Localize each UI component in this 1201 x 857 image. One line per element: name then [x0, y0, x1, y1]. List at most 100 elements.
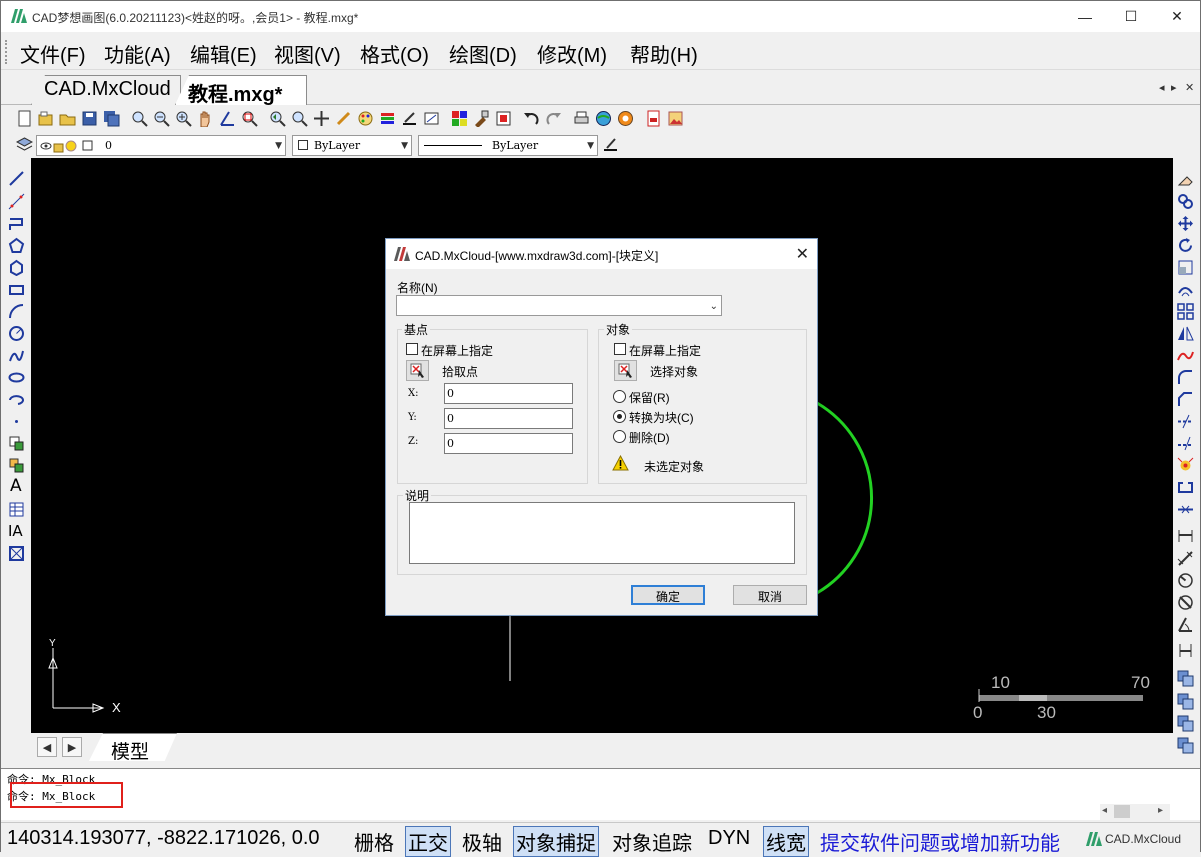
dim-diameter-icon[interactable]	[1177, 594, 1194, 611]
move-icon[interactable]	[1177, 215, 1194, 232]
basepoint-y-input[interactable]: 0	[444, 408, 573, 429]
extend-icon[interactable]	[1177, 435, 1194, 452]
make-block-icon[interactable]	[8, 457, 25, 474]
dim-aligned-icon[interactable]	[1177, 550, 1194, 567]
menu-edit[interactable]: 编辑(E)	[190, 39, 257, 68]
multiline-text-icon[interactable]: IA	[8, 522, 25, 540]
text-tool-icon[interactable]: A	[10, 476, 27, 496]
lineweight-icon[interactable]	[401, 110, 418, 127]
ellipse-arc-tool-icon[interactable]	[8, 391, 25, 408]
point-tool-icon[interactable]	[8, 413, 25, 430]
tab-scroll-right-icon[interactable]: ▸	[1171, 81, 1177, 94]
trim-icon[interactable]	[1177, 413, 1194, 430]
export-pdf-icon[interactable]	[645, 110, 662, 127]
lineweight-toggle[interactable]: 线宽	[763, 826, 809, 857]
spline-tool-icon[interactable]	[8, 347, 25, 364]
lineweight-setting-icon[interactable]	[602, 136, 619, 153]
linetype-dropdown[interactable]: ByLayer ▼	[418, 135, 598, 156]
menu-help[interactable]: 帮助(H)	[630, 39, 698, 68]
open-folder-icon[interactable]	[59, 110, 76, 127]
dyn-toggle[interactable]: DYN	[708, 827, 750, 850]
layout-next-button[interactable]: ▶	[62, 737, 82, 757]
menu-format[interactable]: 格式(O)	[360, 39, 429, 68]
copy-object-icon[interactable]	[1177, 193, 1194, 210]
layer-manager-icon[interactable]	[16, 136, 33, 153]
rotate-icon[interactable]	[1177, 237, 1194, 254]
layer-down-icon[interactable]	[1177, 715, 1194, 732]
pan-hand-icon[interactable]	[197, 110, 214, 127]
osnap-toggle[interactable]: 对象捕捉	[513, 826, 599, 857]
layer-front-icon[interactable]	[1177, 737, 1194, 754]
convert-to-block-radio[interactable]	[613, 410, 626, 423]
measure-angle-icon[interactable]	[219, 110, 236, 127]
match-properties-icon[interactable]	[473, 110, 490, 127]
redo-icon[interactable]	[545, 110, 562, 127]
basepoint-onscreen-checkbox[interactable]	[406, 343, 418, 355]
menu-function[interactable]: 功能(A)	[104, 39, 171, 68]
pentagon-tool-icon[interactable]	[8, 259, 25, 276]
zoom-window-icon[interactable]	[241, 110, 258, 127]
erase-icon[interactable]	[1177, 170, 1194, 187]
zoom-in-icon[interactable]	[175, 110, 192, 127]
command-scrollbar[interactable]: ◂ ▸	[1100, 804, 1170, 820]
chamfer-icon[interactable]	[1177, 391, 1194, 408]
mirror-icon[interactable]	[1177, 325, 1194, 342]
zoom-extents-icon[interactable]	[291, 110, 308, 127]
circle-tool-icon[interactable]	[8, 325, 25, 342]
polygon-tool-icon[interactable]	[8, 237, 25, 254]
description-textarea[interactable]	[409, 502, 795, 564]
print-icon[interactable]	[573, 110, 590, 127]
objects-onscreen-checkbox[interactable]	[614, 343, 626, 355]
menu-view[interactable]: 视图(V)	[274, 39, 341, 68]
block-name-dropdown[interactable]: ⌄	[396, 295, 722, 316]
move-cross-icon[interactable]	[313, 110, 330, 127]
maximize-button[interactable]: ☐	[1108, 1, 1154, 32]
scroll-thumb[interactable]	[1114, 805, 1130, 818]
rectangle-tool-icon[interactable]	[8, 281, 25, 298]
color-grid-icon[interactable]	[451, 110, 468, 127]
zoom-realtime-icon[interactable]	[131, 110, 148, 127]
new-file-icon[interactable]	[16, 110, 33, 127]
tab-scroll-left-icon[interactable]: ◂	[1159, 81, 1165, 94]
ortho-toggle[interactable]: 正交	[405, 826, 451, 857]
open-file-icon[interactable]	[37, 110, 54, 127]
ellipse-tool-icon[interactable]	[8, 369, 25, 386]
select-objects-button[interactable]	[614, 360, 637, 381]
dim-angular-icon[interactable]	[1177, 616, 1194, 633]
color-dropdown[interactable]: ByLayer ▼	[292, 135, 412, 156]
pencil-icon[interactable]	[335, 110, 352, 127]
dim-linear-icon[interactable]	[1177, 527, 1194, 544]
hatch-tool-icon[interactable]	[8, 545, 25, 562]
copy-layer-icon[interactable]	[1177, 670, 1194, 687]
explode-icon[interactable]	[1177, 457, 1194, 474]
zoom-out-icon[interactable]	[153, 110, 170, 127]
arc-tool-icon[interactable]	[8, 303, 25, 320]
scroll-right-icon[interactable]: ▸	[1158, 805, 1163, 816]
menu-modify[interactable]: 修改(M)	[537, 39, 607, 68]
array-icon[interactable]	[1177, 303, 1194, 320]
undo-icon[interactable]	[523, 110, 540, 127]
command-history[interactable]: 命令: Mx_Block 命令: Mx_Block	[1, 768, 1200, 820]
close-button[interactable]: ✕	[1154, 1, 1200, 32]
save-all-icon[interactable]	[103, 110, 120, 127]
save-icon[interactable]	[81, 110, 98, 127]
layers-stack-icon[interactable]	[379, 110, 396, 127]
fillet-icon[interactable]	[1177, 369, 1194, 386]
scale-icon[interactable]	[1177, 259, 1194, 276]
tab-close-icon[interactable]: ✕	[1185, 81, 1194, 94]
insert-block-icon[interactable]	[8, 435, 25, 452]
menu-file[interactable]: 文件(F)	[20, 39, 86, 68]
zoom-previous-icon[interactable]	[269, 110, 286, 127]
web-globe-icon[interactable]	[617, 110, 634, 127]
menu-draw[interactable]: 绘图(D)	[449, 39, 517, 68]
tab-cad-mxcloud[interactable]: CAD.MxCloud	[31, 75, 181, 105]
layer-dropdown[interactable]: 0 ▼	[36, 135, 286, 156]
properties-icon[interactable]	[423, 110, 440, 127]
basepoint-z-input[interactable]: 0	[444, 433, 573, 454]
layout-prev-button[interactable]: ◀	[37, 737, 57, 757]
dialog-close-button[interactable]: ✕	[796, 244, 809, 264]
pick-point-button[interactable]	[406, 360, 429, 381]
tab-tutorial-drawing[interactable]: 教程.mxg*	[175, 75, 307, 105]
offset-icon[interactable]	[1177, 281, 1194, 298]
dim-ordinate-icon[interactable]	[1177, 642, 1194, 659]
